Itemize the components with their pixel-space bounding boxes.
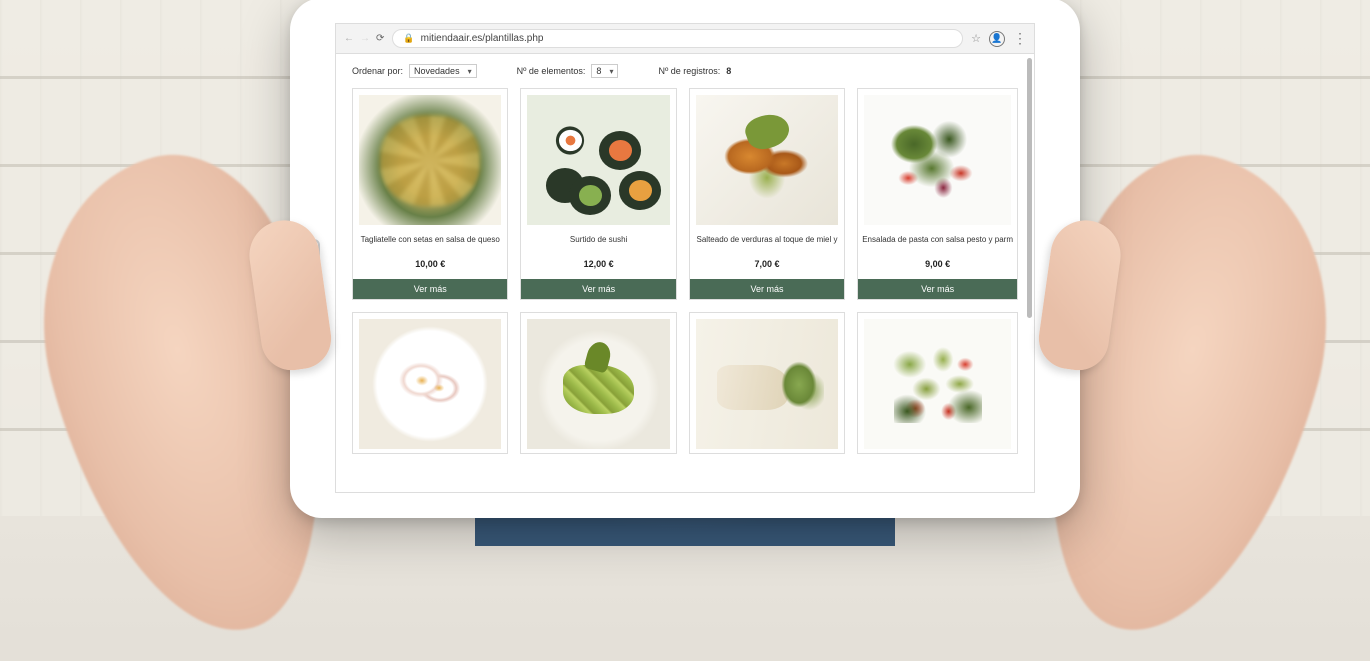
items-group: Nº de elementos: 8	[517, 64, 619, 78]
url-bar[interactable]: 🔒 mitiendaair.es/plantillas.php	[392, 29, 963, 48]
records-label: Nº de registros:	[658, 66, 720, 76]
product-image	[359, 319, 501, 449]
product-image	[696, 95, 838, 225]
product-title: Tagliatelle con setas en salsa de queso	[353, 229, 507, 251]
sort-label: Ordenar por:	[352, 66, 403, 76]
product-card[interactable]: Salteado de verduras al toque de miel y7…	[689, 88, 845, 300]
product-title: Ensalada de pasta con salsa pesto y parm	[858, 229, 1017, 251]
sort-group: Ordenar por: Novedades	[352, 64, 477, 78]
forward-icon[interactable]: →	[360, 33, 370, 44]
menu-icon[interactable]: ⋮	[1013, 30, 1026, 47]
product-card[interactable]	[352, 312, 508, 454]
product-title: Salteado de verduras al toque de miel y	[690, 229, 844, 251]
product-title: Surtido de sushi	[521, 229, 675, 251]
star-icon[interactable]: ☆	[971, 32, 981, 45]
tablet-screen: ← → ⟳ 🔒 mitiendaair.es/plantillas.php ☆ …	[335, 23, 1035, 493]
product-price: 9,00 €	[858, 251, 1017, 279]
records-group: Nº de registros: 8	[658, 66, 731, 76]
view-more-button[interactable]: Ver más	[353, 279, 507, 299]
product-image	[359, 95, 501, 225]
lock-icon: 🔒	[403, 33, 414, 44]
product-image	[527, 95, 669, 225]
product-image	[864, 95, 1011, 225]
user-icon[interactable]: 👤	[989, 31, 1005, 47]
tablet-frame: ← → ⟳ 🔒 mitiendaair.es/plantillas.php ☆ …	[290, 0, 1080, 518]
nav-arrows: ← → ⟳	[344, 33, 384, 44]
scrollbar[interactable]	[1027, 58, 1032, 318]
browser-toolbar: ← → ⟳ 🔒 mitiendaair.es/plantillas.php ☆ …	[336, 24, 1034, 54]
view-more-button[interactable]: Ver más	[858, 279, 1017, 299]
url-text: mitiendaair.es/plantillas.php	[421, 33, 544, 44]
product-image	[527, 319, 669, 449]
product-card[interactable]	[520, 312, 676, 454]
back-icon[interactable]: ←	[344, 33, 354, 44]
product-card[interactable]: Tagliatelle con setas en salsa de queso1…	[352, 88, 508, 300]
product-image	[864, 319, 1011, 449]
view-more-button[interactable]: Ver más	[521, 279, 675, 299]
product-card[interactable]: Ensalada de pasta con salsa pesto y parm…	[857, 88, 1018, 300]
product-price: 10,00 €	[353, 251, 507, 279]
items-label: Nº de elementos:	[517, 66, 586, 76]
page-content: Ordenar por: Novedades Nº de elementos: …	[336, 54, 1034, 492]
product-card[interactable]	[857, 312, 1018, 454]
view-more-button[interactable]: Ver más	[690, 279, 844, 299]
product-grid: Tagliatelle con setas en salsa de queso1…	[352, 88, 1018, 454]
reload-icon[interactable]: ⟳	[376, 33, 384, 44]
product-image	[696, 319, 838, 449]
product-card[interactable]	[689, 312, 845, 454]
sort-select[interactable]: Novedades	[409, 64, 477, 78]
product-price: 7,00 €	[690, 251, 844, 279]
product-card[interactable]: Surtido de sushi12,00 €Ver más	[520, 88, 676, 300]
items-select[interactable]: 8	[591, 64, 618, 78]
filter-bar: Ordenar por: Novedades Nº de elementos: …	[352, 64, 1018, 78]
product-price: 12,00 €	[521, 251, 675, 279]
records-value: 8	[726, 66, 731, 76]
